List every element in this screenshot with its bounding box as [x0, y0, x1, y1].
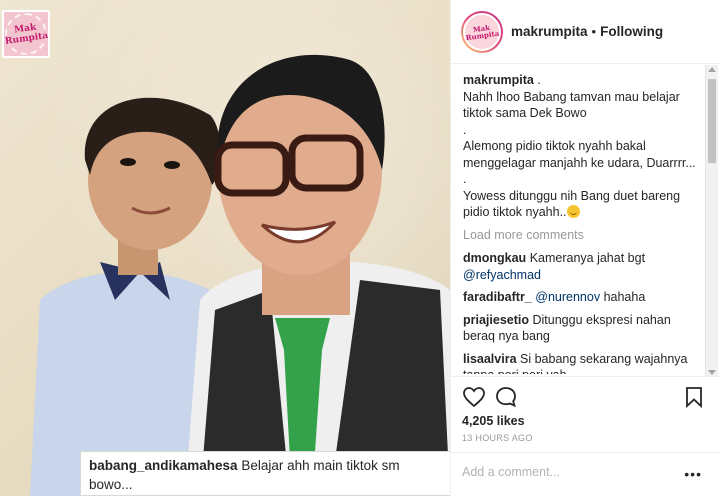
post-header: Mak Rumpita makrumpita • Following — [451, 0, 720, 64]
likes-count[interactable]: 4,205 likes — [462, 414, 525, 428]
comments-scrollbar[interactable] — [705, 65, 718, 377]
post-photo[interactable]: Mak Rumpita babang_andikamahesa Belajar … — [0, 0, 450, 496]
comment-mention-link[interactable]: @refyachmad — [463, 267, 703, 284]
post-caption: makrumpita . Nahh lhoo Babang tamvan mau… — [463, 72, 703, 221]
caption-line: . — [537, 73, 541, 87]
comment-text: Kameranya jahat bgt — [529, 251, 646, 265]
comment-username[interactable]: faradibaftr_ — [463, 290, 532, 304]
bookmark-icon[interactable] — [682, 385, 706, 409]
following-button[interactable]: Following — [600, 24, 663, 39]
comment-text: hahaha — [603, 290, 646, 304]
list-item: lisaalvira Si babang sekarang wajahnya t… — [463, 351, 703, 375]
photo-people-illustration — [30, 54, 450, 496]
heart-icon[interactable] — [462, 385, 486, 409]
comment-mention-link[interactable]: @nurennov — [535, 290, 600, 304]
caption-line: . — [463, 122, 467, 137]
smile-emoji-icon — [566, 205, 580, 218]
caption-line: . — [463, 172, 467, 186]
avatar-logo-text: Mak Rumpita — [465, 22, 500, 42]
list-item: dmongkau Kameranya jahat bgt @refyachmad — [463, 250, 703, 283]
comment-bubble-icon[interactable] — [494, 385, 518, 409]
comment-username[interactable]: lisaalvira — [463, 352, 517, 366]
avatar[interactable]: Mak Rumpita — [461, 10, 503, 53]
caption-line: Yowess ditunggu nih Bang duet bareng pid… — [463, 188, 703, 221]
scrollbar-thumb[interactable] — [708, 79, 716, 163]
post-actions-bar — [450, 376, 720, 416]
comment-username[interactable]: priajiesetio — [463, 313, 529, 327]
caption-line: Alemong pidio tiktok nyahh bakal menggel… — [463, 139, 696, 170]
comment-input[interactable]: Add a comment... — [462, 465, 560, 479]
scroll-up-arrow-icon[interactable] — [708, 67, 716, 72]
boy-eye-left — [120, 158, 136, 166]
list-item: faradibaftr_ @nurennov hahaha — [463, 289, 703, 306]
brand-watermark: Mak Rumpita — [2, 10, 50, 58]
caption-line: Nahh lhoo Babang tamvan mau belajar tikt… — [463, 89, 680, 121]
more-options-icon[interactable]: ••• — [684, 466, 702, 482]
caption-username[interactable]: makrumpita — [463, 73, 534, 87]
load-more-comments-link[interactable]: Load more comments — [463, 227, 703, 244]
overlay-username: babang_andikamahesa — [89, 458, 238, 473]
avatar-image: Mak Rumpita — [463, 12, 501, 51]
header-separator: • — [591, 24, 597, 39]
boy-eye-right — [164, 161, 180, 169]
add-comment-bar: Add a comment... ••• — [450, 452, 720, 496]
comment-username[interactable]: dmongkau — [463, 251, 526, 265]
list-item: priajiesetio Ditunggu ekspresi nahan ber… — [463, 312, 703, 345]
comments-list: makrumpita . Nahh lhoo Babang tamvan mau… — [463, 72, 703, 374]
photo-caption-overlay: babang_andikamahesa Belajar ahh main tik… — [80, 451, 450, 496]
post-timestamp[interactable]: 13 HOURS AGO — [462, 433, 533, 443]
scroll-down-arrow-icon[interactable] — [708, 370, 716, 375]
account-username[interactable]: makrumpita — [511, 24, 588, 39]
